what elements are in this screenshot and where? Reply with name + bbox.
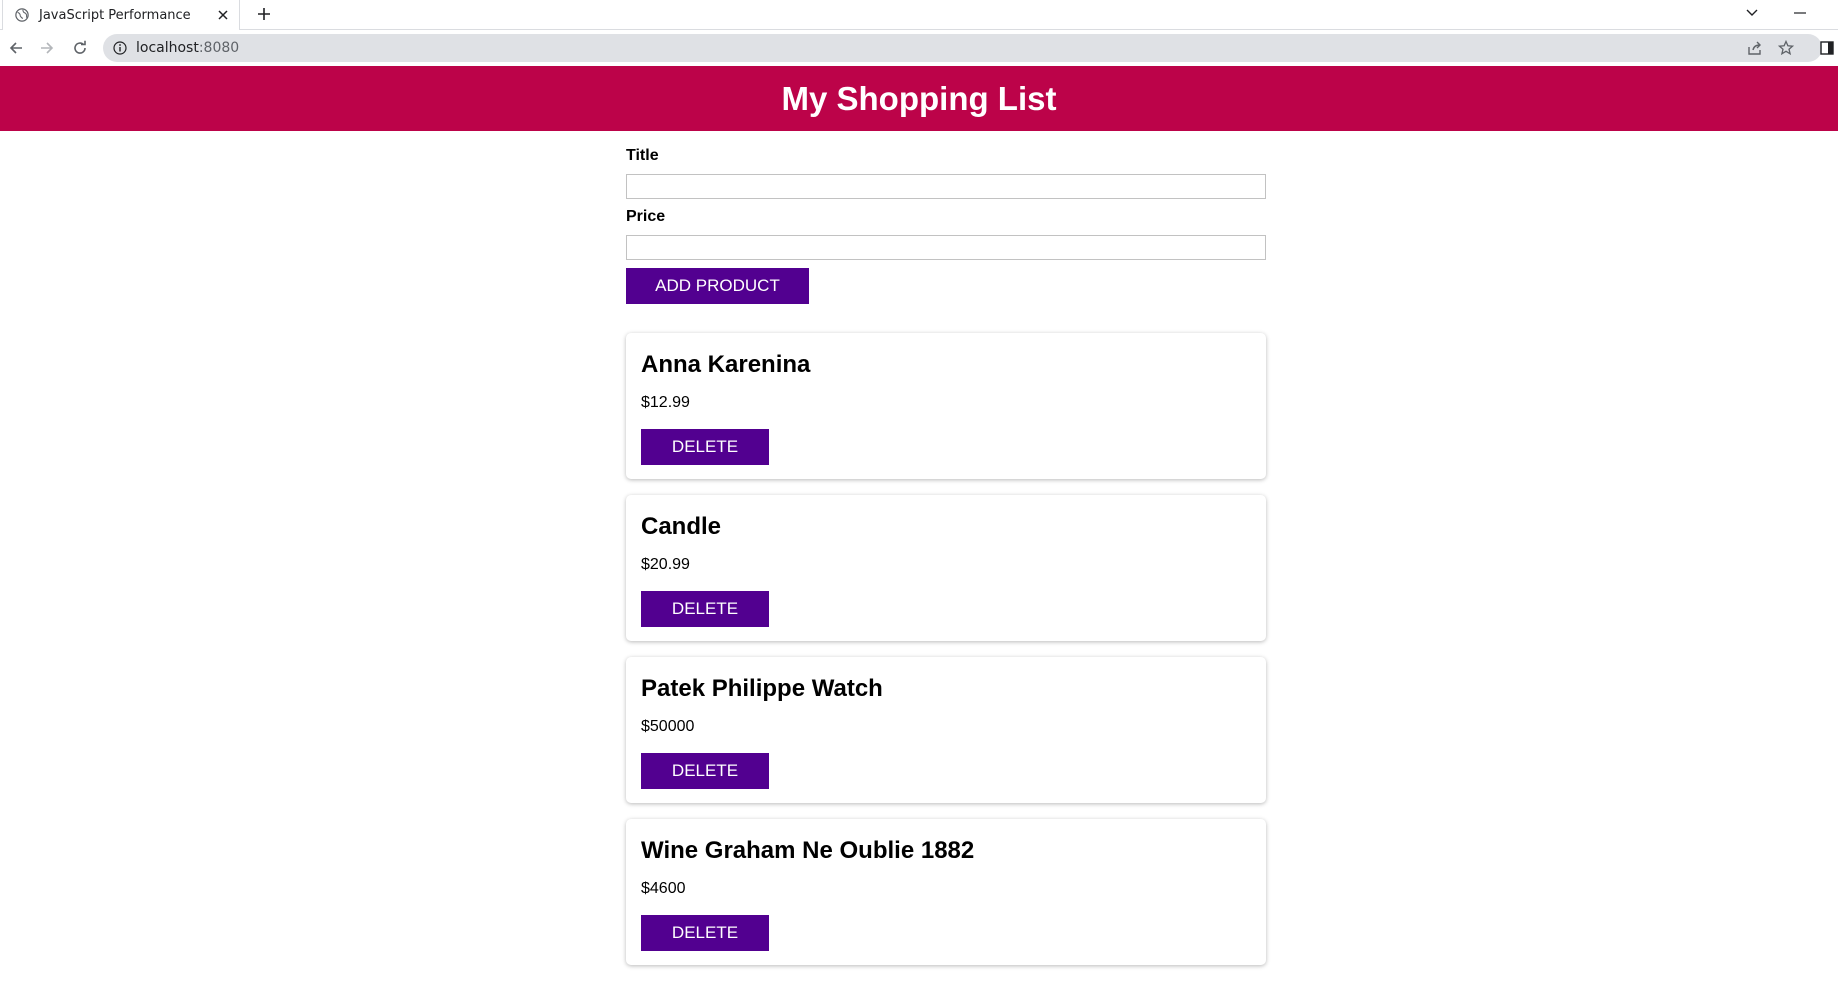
product-title: Candle <box>641 513 722 540</box>
title-label: Title <box>626 147 659 164</box>
chevron-down-icon[interactable] <box>1734 0 1770 26</box>
delete-button[interactable]: DELETE <box>641 915 769 951</box>
add-product-form: Title Price ADD PRODUCT <box>626 145 1266 304</box>
product-price: $12.99 <box>641 394 690 411</box>
price-label: Price <box>626 208 666 225</box>
title-input[interactable] <box>626 174 1266 199</box>
address-bar[interactable]: localhost:8080 <box>103 34 1822 62</box>
browser-toolbar: localhost:8080 <box>0 30 1838 66</box>
forward-icon[interactable] <box>34 35 60 61</box>
url-text: localhost:8080 <box>136 40 239 56</box>
product-card: Anna Karenina $12.99 DELETE <box>626 333 1266 479</box>
delete-button[interactable]: DELETE <box>641 753 769 789</box>
side-panel-icon[interactable] <box>1818 39 1836 57</box>
delete-button[interactable]: DELETE <box>641 591 769 627</box>
price-input[interactable] <box>626 235 1266 260</box>
product-title: Wine Graham Ne Oublie 1882 <box>641 837 975 864</box>
globe-icon <box>15 7 31 23</box>
back-icon[interactable] <box>3 35 29 61</box>
url-host: localhost <box>136 40 199 56</box>
minimize-icon[interactable] <box>1782 0 1818 26</box>
close-icon[interactable] <box>213 5 233 25</box>
product-card: Candle $20.99 DELETE <box>626 495 1266 641</box>
tab-title: JavaScript Performance <box>39 7 191 23</box>
plus-icon[interactable] <box>252 2 276 26</box>
page-title: My Shopping List <box>781 79 1057 117</box>
tab-strip: JavaScript Performance <box>0 0 1838 30</box>
share-icon[interactable] <box>1746 39 1764 57</box>
product-card: Wine Graham Ne Oublie 1882 $4600 DELETE <box>626 819 1266 965</box>
product-card: Patek Philippe Watch $50000 DELETE <box>626 657 1266 803</box>
product-price: $20.99 <box>641 556 690 573</box>
product-price: $4600 <box>641 880 686 897</box>
info-icon[interactable] <box>112 40 128 56</box>
url-port: :8080 <box>198 40 240 56</box>
browser-tab[interactable]: JavaScript Performance <box>2 0 240 30</box>
reload-icon[interactable] <box>67 35 93 61</box>
product-title: Patek Philippe Watch <box>641 675 883 702</box>
product-list: Anna Karenina $12.99 DELETE Candle $20.9… <box>626 333 1266 981</box>
star-icon[interactable] <box>1777 39 1795 57</box>
product-title: Anna Karenina <box>641 351 811 378</box>
add-product-button[interactable]: ADD PRODUCT <box>626 268 809 304</box>
product-price: $50000 <box>641 718 695 735</box>
delete-button[interactable]: DELETE <box>641 429 769 465</box>
page-header: My Shopping List <box>0 66 1838 131</box>
